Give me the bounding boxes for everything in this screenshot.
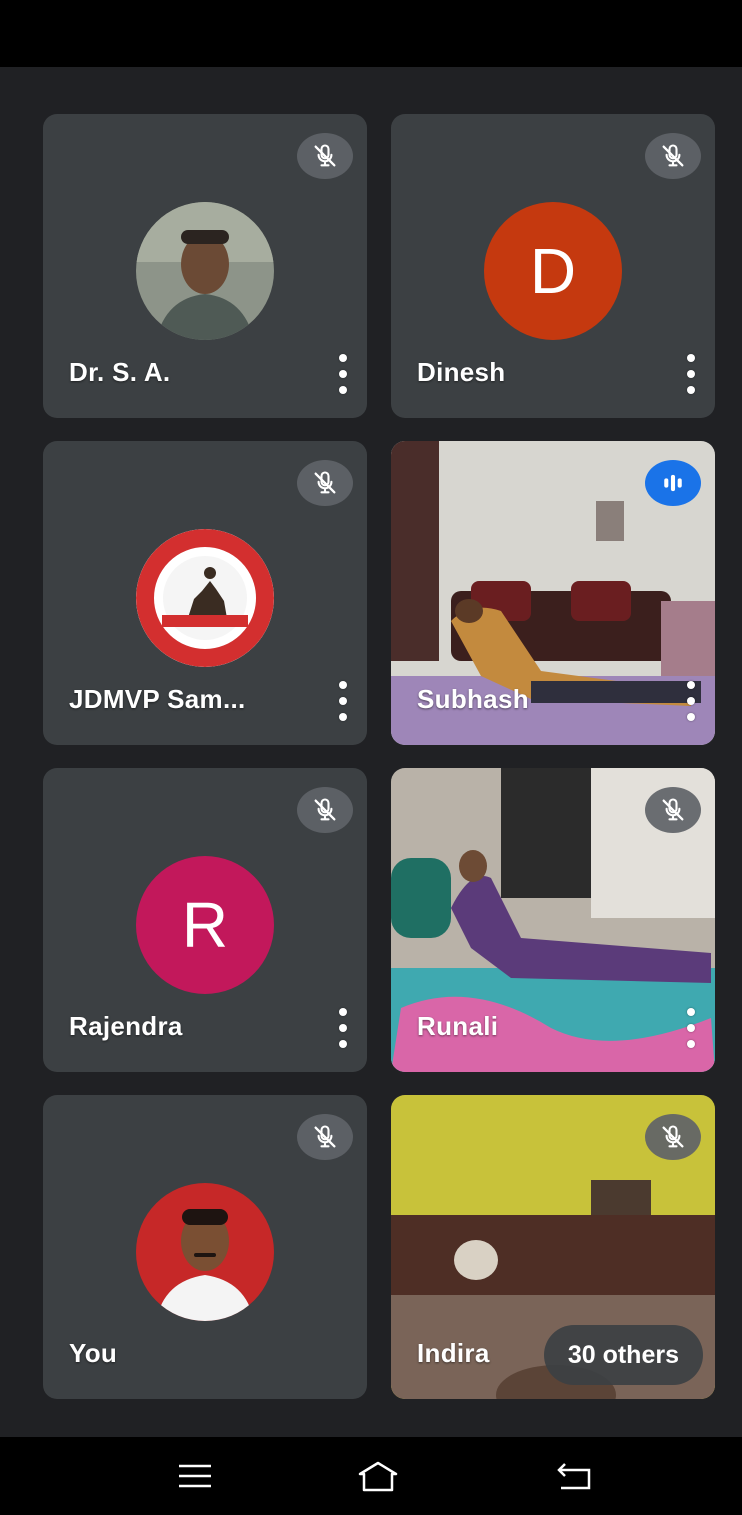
participant-name: Indira [417, 1338, 490, 1368]
home-icon[interactable] [348, 1451, 408, 1501]
participant-name: Dinesh [417, 357, 506, 387]
mic-off-icon [645, 133, 701, 179]
participant-tile-rajendra[interactable]: R Rajendra [43, 768, 367, 1072]
avatar-photo [136, 202, 274, 340]
participant-name: Dr. S. A. [69, 357, 171, 387]
more-options-button[interactable] [679, 681, 703, 721]
mic-off-icon [645, 1114, 701, 1160]
participant-tile-jdmvp[interactable]: JDMVP Sam... [43, 441, 367, 745]
others-count-button[interactable]: 30 others [543, 1325, 703, 1385]
participant-name: Subhash [417, 684, 529, 714]
menu-icon[interactable] [165, 1451, 225, 1501]
participant-tile-subhash[interactable]: Subhash [391, 441, 715, 745]
more-options-button[interactable] [679, 1008, 703, 1048]
avatar-photo [136, 1183, 274, 1321]
participant-tile-dinesh[interactable]: D Dinesh [391, 114, 715, 418]
participant-tile-dr-s-a[interactable]: Dr. S. A. [43, 114, 367, 418]
more-options-button[interactable] [331, 1008, 355, 1048]
more-options-button[interactable] [679, 354, 703, 394]
participant-name: JDMVP Sam... [69, 684, 246, 714]
mic-off-icon [297, 787, 353, 833]
participant-tile-indira[interactable]: Indira 30 others [391, 1095, 715, 1399]
mic-off-icon [297, 133, 353, 179]
participant-name: Rajendra [69, 1011, 183, 1041]
mic-off-icon [297, 460, 353, 506]
speaking-icon [645, 460, 701, 506]
status-bar [0, 0, 742, 67]
more-options-button[interactable] [331, 681, 355, 721]
participant-tile-you[interactable]: You [43, 1095, 367, 1399]
system-nav-bar [0, 1437, 742, 1515]
mic-off-icon [645, 787, 701, 833]
participant-name: You [69, 1338, 118, 1368]
avatar-logo [136, 529, 274, 667]
participant-grid: Dr. S. A. D Dinesh JDMVP Sam... Subhash … [0, 67, 742, 1437]
more-options-button[interactable] [331, 354, 355, 394]
back-icon[interactable] [545, 1451, 605, 1501]
participant-tile-runali[interactable]: Runali [391, 768, 715, 1072]
avatar-letter: R [136, 856, 274, 994]
mic-off-icon [297, 1114, 353, 1160]
participant-name: Runali [417, 1011, 499, 1041]
avatar-letter: D [484, 202, 622, 340]
